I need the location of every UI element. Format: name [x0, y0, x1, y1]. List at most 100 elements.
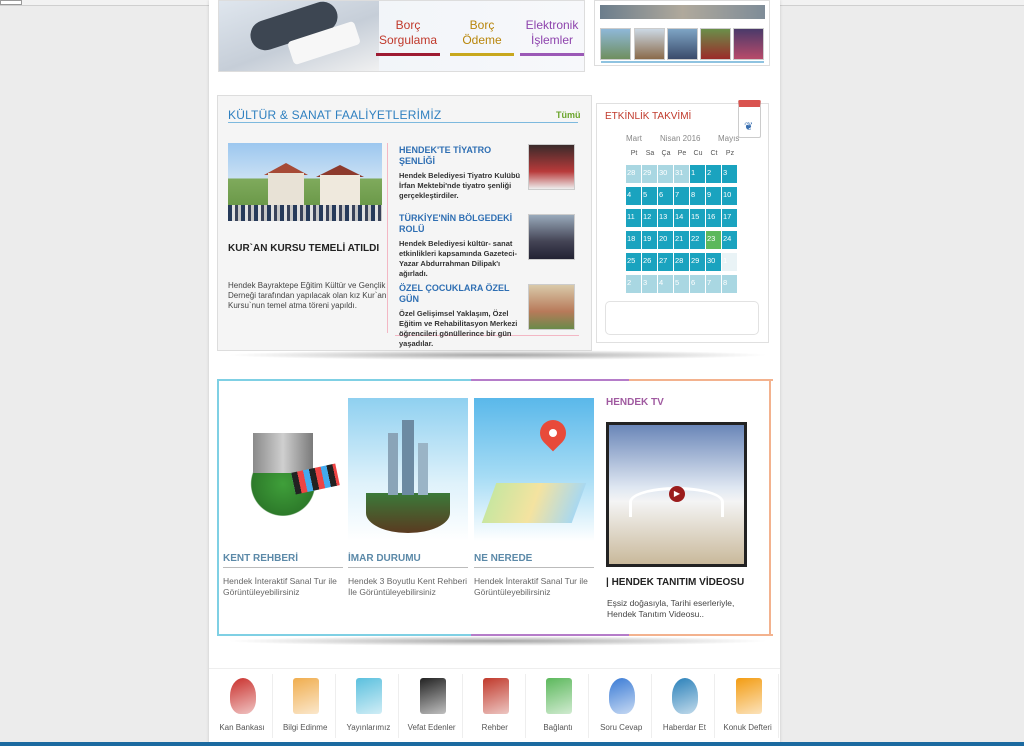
calendar-day[interactable]: 3 — [642, 275, 657, 293]
calendar-day[interactable]: 24 — [722, 231, 737, 249]
calendar-day[interactable]: 8 — [690, 187, 705, 205]
calendar-day[interactable]: 30 — [658, 165, 673, 183]
quick-link-label[interactable]: Haberdar Et — [653, 723, 715, 732]
books-icon[interactable] — [356, 678, 383, 714]
quick-link-2[interactable]: Yayınlarımız — [337, 670, 401, 746]
calendar-day[interactable]: 25 — [626, 253, 641, 271]
calendar-day[interactable]: 21 — [674, 231, 689, 249]
calendar-day[interactable]: 16 — [706, 209, 721, 227]
calendar-day[interactable]: 17 — [722, 209, 737, 227]
calendar-weekday: Ça — [661, 150, 671, 157]
calendar-day[interactable]: 6 — [658, 187, 673, 205]
calendar-day[interactable]: 1 — [722, 253, 737, 271]
news-item[interactable]: ÖZEL ÇOCUKLARA ÖZEL GÜN Özel Gelişimsel … — [399, 283, 524, 349]
calendar-prev-month[interactable]: Mart — [626, 134, 642, 143]
quick-link-6[interactable]: Soru Cevap — [590, 670, 654, 746]
calendar-day[interactable]: 15 — [690, 209, 705, 227]
culture-section-title: KÜLTÜR & SANAT FAALİYETLERİMİZ — [228, 108, 442, 122]
quick-link-label[interactable]: Konuk Defteri — [717, 723, 779, 732]
gallery-thumb[interactable] — [667, 28, 698, 60]
calendar-day[interactable]: 27 — [658, 253, 673, 271]
calendar-day[interactable]: 6 — [690, 275, 705, 293]
calendar-day[interactable]: 31 — [674, 165, 689, 183]
calendar-day[interactable]: 9 — [706, 187, 721, 205]
calendar-day[interactable]: 22 — [690, 231, 705, 249]
play-icon[interactable]: ▶ — [669, 486, 685, 502]
calendar-day[interactable]: 11 — [626, 209, 641, 227]
culture-all-link[interactable]: Tümü — [556, 110, 581, 120]
mourning-ribbon-icon[interactable] — [419, 678, 446, 714]
calendar-day[interactable]: 26 — [642, 253, 657, 271]
video-player[interactable]: ▶ — [606, 422, 747, 567]
chat-bubble-icon[interactable] — [609, 678, 636, 714]
service-card-where-is-what[interactable]: NE NEREDE Hendek İnteraktif Sanal Tur il… — [474, 398, 594, 598]
calendar-day[interactable]: 20 — [658, 231, 673, 249]
calendar-day[interactable]: 23 — [706, 231, 721, 249]
news-item[interactable]: HENDEK'TE TİYATRO ŞENLİĞİ Hendek Belediy… — [399, 145, 524, 201]
video-title[interactable]: | HENDEK TANITIM VİDEOSU — [606, 577, 744, 588]
globe-city-image[interactable] — [223, 398, 343, 541]
calendar-day[interactable]: 2 — [706, 165, 721, 183]
quick-link-label[interactable]: Rehber — [464, 723, 526, 732]
blood-drop-icon[interactable] — [230, 678, 256, 714]
news-thumbnail[interactable] — [528, 214, 575, 260]
quick-link-label[interactable]: Bilgi Edinme — [274, 723, 336, 732]
calendar-day[interactable]: 12 — [642, 209, 657, 227]
quick-link-4[interactable]: Rehber — [463, 670, 527, 746]
calendar-day[interactable]: 8 — [722, 275, 737, 293]
service-card-city-guide[interactable]: KENT REHBERİ Hendek İnteraktif Sanal Tur… — [223, 398, 343, 598]
calendar-day[interactable]: 4 — [626, 187, 641, 205]
quick-link-3[interactable]: Vefat Edenler — [400, 670, 464, 746]
quick-link-7[interactable]: Haberdar Et — [653, 670, 717, 746]
envelope-icon[interactable] — [293, 678, 320, 714]
city-on-globe-image[interactable] — [348, 398, 468, 541]
news-thumbnail[interactable] — [528, 144, 575, 190]
calendar-day[interactable]: 28 — [674, 253, 689, 271]
calendar-day[interactable]: 5 — [642, 187, 657, 205]
calendar-day[interactable]: 10 — [722, 187, 737, 205]
gallery-thumb[interactable] — [634, 28, 665, 60]
address-book-icon[interactable] — [482, 678, 509, 714]
calendar-day[interactable]: 29 — [690, 253, 705, 271]
calendar-day[interactable]: 29 — [642, 165, 657, 183]
debt-payment-button[interactable]: Borç Ödeme — [450, 18, 514, 56]
quick-link-8[interactable]: Konuk Defteri — [716, 670, 780, 746]
news-thumbnail[interactable] — [528, 284, 575, 330]
quick-link-0[interactable]: Kan Bankası — [211, 670, 274, 746]
at-sign-icon[interactable] — [672, 678, 699, 714]
calendar-day[interactable]: 5 — [674, 275, 689, 293]
gallery-main-image[interactable] — [600, 5, 765, 19]
quick-link-label[interactable]: Soru Cevap — [590, 723, 652, 732]
calendar-day[interactable]: 28 — [626, 165, 641, 183]
calendar-day[interactable]: 19 — [642, 231, 657, 249]
calendar-day[interactable]: 14 — [674, 209, 689, 227]
calendar-day[interactable]: 2 — [626, 275, 641, 293]
calendar-day[interactable]: 13 — [658, 209, 673, 227]
quick-link-label[interactable]: Kan Bankası — [211, 723, 273, 732]
people-network-icon[interactable] — [546, 678, 572, 714]
news-item[interactable]: TÜRKİYE'NİN BÖLGEDEKİ ROLÜ Hendek Beledi… — [399, 213, 524, 279]
gallery-thumb[interactable] — [733, 28, 764, 60]
featured-news-image[interactable] — [228, 143, 382, 221]
quick-link-label[interactable]: Vefat Edenler — [401, 723, 463, 732]
debt-inquiry-button[interactable]: Borç Sorgulama — [376, 18, 440, 56]
quick-link-label[interactable]: Yayınlarımız — [337, 723, 399, 732]
calendar-day[interactable]: 7 — [674, 187, 689, 205]
calendar-day[interactable]: 30 — [706, 253, 721, 271]
quick-link-label[interactable]: Bağlantı — [527, 723, 589, 732]
calendar-day[interactable]: 3 — [722, 165, 737, 183]
calendar-day[interactable]: 4 — [658, 275, 673, 293]
calendar-next-month[interactable]: Mayıs — [718, 134, 739, 143]
calendar-day[interactable]: 1 — [690, 165, 705, 183]
quick-link-5[interactable]: Bağlantı — [527, 670, 590, 746]
gallery-thumb[interactable] — [600, 28, 631, 60]
gallery-thumb[interactable] — [700, 28, 731, 60]
service-card-zoning-status[interactable]: İMAR DURUMU Hendek 3 Boyutlu Kent Rehber… — [348, 398, 468, 598]
guestbook-icon[interactable] — [735, 678, 762, 714]
calendar-day[interactable]: 18 — [626, 231, 641, 249]
quick-link-1[interactable]: Bilgi Edinme — [274, 670, 338, 746]
featured-news-headline[interactable]: KUR`AN KURSU TEMELİ ATILDI — [228, 243, 379, 254]
map-pin-image[interactable] — [474, 398, 594, 541]
electronic-services-button[interactable]: Elektronik İşlemler — [520, 18, 584, 56]
calendar-day[interactable]: 7 — [706, 275, 721, 293]
